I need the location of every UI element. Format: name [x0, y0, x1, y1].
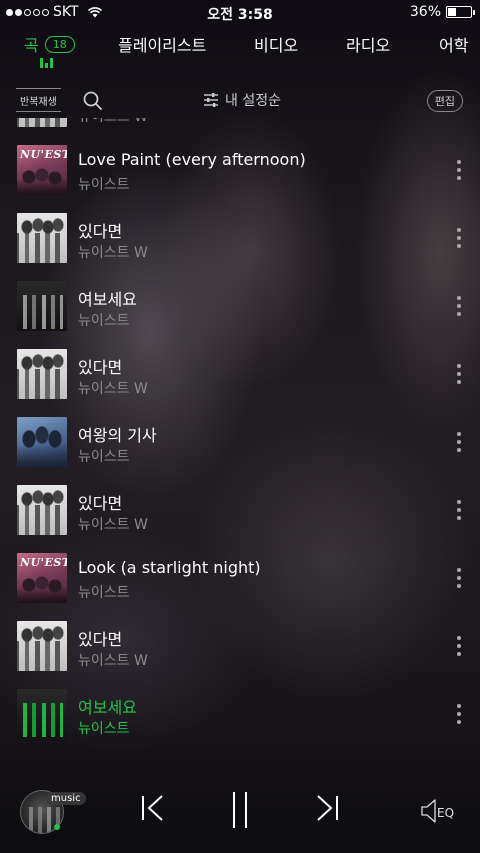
track-artist: 뉴이스트 W [78, 381, 148, 397]
mini-player: music EQ [0, 772, 480, 853]
tab-video[interactable]: 비디오 [254, 32, 298, 56]
track-row[interactable]: 여왕의 기사뉴이스트 [0, 408, 480, 476]
album-art: NU'EST [17, 145, 67, 195]
eq-button[interactable]: EQ [420, 798, 460, 824]
track-row[interactable]: NU'EST Love Paint (every afternoon) 뉴이스트 [0, 136, 480, 204]
tab-song[interactable]: 곡 18 [24, 32, 75, 56]
battery-percent: 36% [409, 4, 441, 20]
track-title: Love Paint (every afternoon) [78, 150, 306, 169]
track-row[interactable]: 있다면뉴이스트 W [0, 476, 480, 544]
sort-icon [204, 93, 218, 107]
track-row[interactable]: 여보세요뉴이스트 [0, 680, 480, 748]
battery-icon [446, 6, 475, 18]
track-artist: 뉴이스트 [78, 449, 130, 465]
music-tag: music [46, 792, 86, 805]
more-icon[interactable] [455, 636, 463, 656]
track-row[interactable]: 있다면뉴이스트 W [0, 204, 480, 272]
battery-area: 36% [409, 4, 475, 20]
list-toolbar: 반복재생 내 설정순 편집 [0, 86, 480, 116]
album-art-logo: NU'EST [20, 556, 67, 569]
track-row[interactable]: 있다면뉴이스트 W [0, 612, 480, 680]
track-title: 여보세요 [78, 290, 137, 309]
more-icon[interactable] [455, 704, 463, 724]
track-artist: 뉴이스트 W [78, 245, 148, 261]
sort-button[interactable]: 내 설정순 [203, 90, 281, 110]
album-art [17, 118, 67, 127]
category-tabs: 곡 18 플레이리스트 비디오 라디오 어학 [0, 30, 480, 70]
next-icon[interactable] [314, 794, 340, 822]
playing-status-dot [54, 824, 60, 830]
more-icon[interactable] [455, 296, 463, 316]
track-list: 뉴이스트 W NU'EST Love Paint (every afternoon)… [0, 118, 480, 768]
album-art [17, 349, 67, 399]
sort-label: 내 설정순 [225, 93, 281, 109]
track-title: 여보세요 [78, 698, 137, 717]
track-row[interactable]: 여보세요뉴이스트 [0, 272, 480, 340]
album-art [17, 213, 67, 263]
album-art [17, 281, 67, 331]
tab-language[interactable]: 어학 [439, 32, 468, 56]
more-icon[interactable] [455, 160, 463, 180]
album-art [17, 417, 67, 467]
track-artist: 뉴이스트 [78, 721, 130, 737]
track-title: 있다면 [78, 222, 123, 241]
album-art [17, 689, 67, 739]
more-icon[interactable] [455, 568, 463, 588]
album-art [17, 621, 67, 671]
track-title: 있다면 [78, 630, 123, 649]
track-artist: 뉴이스트 [78, 585, 130, 601]
status-bar: SKT 오전 3:58 36% [0, 0, 480, 24]
track-row[interactable]: 있다면뉴이스트 W [0, 340, 480, 408]
track-title: 있다면 [78, 494, 123, 513]
search-icon[interactable] [82, 90, 104, 112]
more-icon[interactable] [455, 364, 463, 384]
album-art: NU'EST [17, 553, 67, 603]
tab-radio[interactable]: 라디오 [346, 32, 390, 56]
now-playing-indicator-icon [40, 57, 56, 68]
track-title: 여왕의 기사 [78, 426, 157, 445]
more-icon[interactable] [455, 500, 463, 520]
edit-button[interactable]: 편집 [426, 90, 463, 112]
song-count-badge: 18 [44, 35, 75, 53]
more-icon[interactable] [455, 432, 463, 452]
previous-icon[interactable] [140, 794, 166, 822]
eq-label: EQ [437, 806, 454, 820]
track-title: 있다면 [78, 358, 123, 377]
album-art [17, 485, 67, 535]
more-icon[interactable] [455, 228, 463, 248]
track-title: Look (a starlight night) [78, 558, 261, 577]
clock: 오전 3:58 [207, 7, 273, 23]
eq-icon: EQ [421, 799, 454, 823]
track-artist: 뉴이스트 W [78, 118, 148, 126]
repeat-button[interactable]: 반복재생 [16, 88, 61, 112]
tab-playlist[interactable]: 플레이리스트 [118, 32, 206, 56]
track-row[interactable]: NU'EST Look (a starlight night) 뉴이스트 [0, 544, 480, 612]
album-art-logo: NU'EST [20, 148, 67, 161]
track-artist: 뉴이스트 W [78, 517, 148, 533]
track-artist: 뉴이스트 [78, 313, 130, 329]
track-artist: 뉴이스트 W [78, 653, 148, 669]
tab-song-label: 곡 [24, 36, 39, 55]
track-artist: 뉴이스트 [78, 177, 130, 193]
track-row[interactable]: 뉴이스트 W [0, 118, 480, 136]
pause-icon[interactable] [229, 790, 251, 830]
